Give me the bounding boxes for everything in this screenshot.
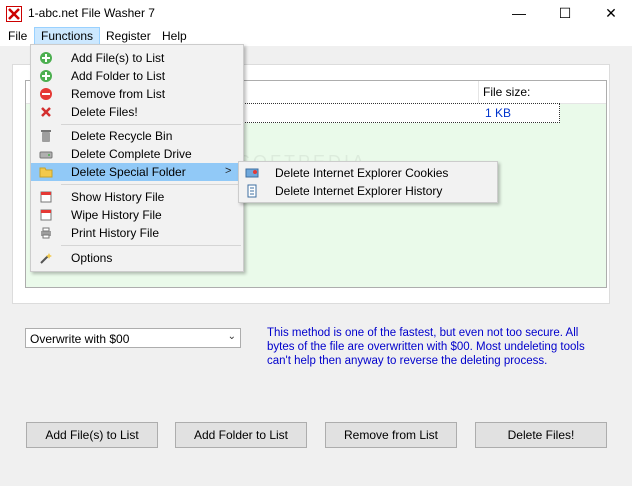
menu-functions[interactable]: Functions [34, 27, 101, 45]
close-button[interactable]: ✕ [596, 3, 626, 23]
column-header-file-size[interactable]: File size: [478, 81, 530, 103]
menu-file[interactable]: File [2, 28, 33, 44]
printer-icon [41, 227, 51, 239]
method-select-value: Overwrite with $00 [30, 332, 130, 346]
menu-item-add-files[interactable]: Add File(s) to List [31, 49, 243, 67]
menu-item-options[interactable]: Options [31, 249, 243, 267]
remove-button[interactable]: Remove from List [325, 422, 457, 448]
functions-menu: Add File(s) to List Add Folder to List R… [30, 44, 244, 272]
minimize-button[interactable]: — [504, 3, 534, 23]
file-size-cell: 1 KB [485, 106, 512, 120]
menu-help[interactable]: Help [156, 28, 193, 44]
menu-separator [61, 184, 241, 185]
ie-cookies-icon [245, 168, 259, 178]
menu-separator [61, 245, 241, 246]
delete-files-button[interactable]: Delete Files! [475, 422, 607, 448]
recycle-bin-icon [41, 130, 51, 142]
wand-icon [40, 253, 52, 264]
maximize-button[interactable]: ☐ [550, 3, 580, 23]
calendar-icon [40, 191, 52, 203]
chevron-down-icon[interactable]: ⌄ [228, 331, 236, 342]
menu-item-complete-drive[interactable]: Delete Complete Drive [31, 145, 243, 163]
app-logo-icon [6, 6, 22, 22]
window-title: 1-abc.net File Washer 7 [28, 6, 155, 20]
menu-item-delete-files[interactable]: Delete Files! [31, 103, 243, 121]
menu-item-print-history[interactable]: Print History File [31, 224, 243, 242]
menu-item-recycle-bin[interactable]: Delete Recycle Bin [31, 127, 243, 145]
add-green-icon [40, 52, 52, 64]
drive-icon [39, 151, 53, 159]
folder-icon [39, 167, 53, 178]
menu-separator [61, 124, 241, 125]
add-folder-button[interactable]: Add Folder to List [175, 422, 307, 448]
remove-red-icon [40, 88, 52, 100]
add-files-button[interactable]: Add File(s) to List [26, 422, 158, 448]
menu-register[interactable]: Register [100, 28, 157, 44]
special-folder-submenu: Delete Internet Explorer Cookies Delete … [238, 161, 498, 203]
menu-item-show-history[interactable]: Show History File [31, 188, 243, 206]
menu-item-wipe-history[interactable]: Wipe History File [31, 206, 243, 224]
delete-x-icon [41, 107, 51, 117]
submenu-item-ie-cookies[interactable]: Delete Internet Explorer Cookies [239, 164, 497, 182]
method-description: This method is one of the fastest, but e… [267, 327, 585, 367]
menu-item-add-folder[interactable]: Add Folder to List [31, 67, 243, 85]
submenu-item-ie-history[interactable]: Delete Internet Explorer History [239, 182, 497, 200]
menu-item-special-folder[interactable]: Delete Special Folder > [31, 163, 243, 181]
method-select[interactable]: Overwrite with $00 ⌄ [25, 328, 241, 348]
ie-history-icon [247, 184, 257, 198]
menu-item-remove[interactable]: Remove from List [31, 85, 243, 103]
calendar-icon [40, 209, 52, 221]
add-green-icon [40, 70, 52, 82]
title-bar: 1-abc.net File Washer 7 — ☐ ✕ [0, 0, 632, 26]
chevron-right-icon: > [225, 165, 232, 177]
